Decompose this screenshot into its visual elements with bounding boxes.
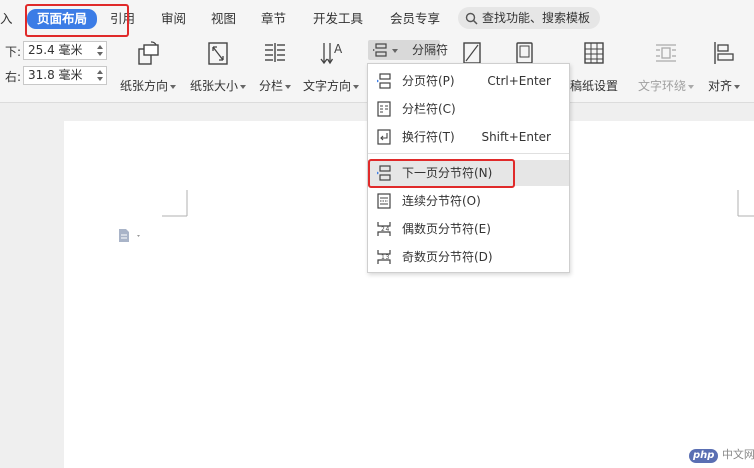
align-button[interactable]: 对齐 [704, 40, 744, 94]
text-wrap-button[interactable]: 文字环绕 [636, 40, 696, 94]
svg-text:4: 4 [386, 226, 390, 233]
columns-label: 分栏 [258, 79, 283, 93]
menu-item-label: 连续分节符(O) [402, 194, 481, 208]
menu-item-line-break[interactable]: 换行符(T) Shift+Enter [368, 124, 569, 150]
line-break-icon [377, 129, 391, 145]
bottom-margin-label: 下: [5, 45, 22, 59]
paper-size-icon [208, 42, 228, 65]
column-break-icon [377, 101, 391, 117]
text-wrap-label: 文字环绕 [637, 79, 686, 93]
columns-button[interactable]: 分栏 [255, 40, 295, 94]
right-margin-field[interactable]: 31.8 毫米 [23, 66, 107, 85]
breaks-label: 分隔符 [412, 43, 449, 57]
breaks-button[interactable]: 分隔符 [368, 40, 448, 60]
bottom-margin-value: 25.4 毫米 [28, 43, 83, 57]
manuscript-label: 稿纸设置 [569, 79, 618, 93]
menu-item-continuous-section-break[interactable]: 连续分节符(O) [368, 188, 569, 214]
tab-member[interactable]: 会员专享 [390, 10, 440, 28]
menu-item-odd-page-section-break[interactable]: 1 3 奇数页分节符(D) [368, 244, 569, 270]
right-margin-value: 31.8 毫米 [28, 68, 83, 82]
tab-insert[interactable]: 入 [0, 10, 13, 28]
manuscript-settings-button[interactable]: 稿纸设置 [566, 40, 622, 94]
menu-item-label: 分栏符(C) [402, 102, 456, 116]
columns-icon [265, 43, 285, 62]
watermark-text: 中文网 [721, 448, 754, 461]
tab-developer[interactable]: 开发工具 [313, 10, 363, 28]
text-wrap-icon [656, 44, 676, 62]
tab-chapter[interactable]: 章节 [261, 10, 286, 28]
watermark-logo: php [689, 449, 719, 463]
margin-corner-marker-left [162, 190, 188, 217]
paper-size-button[interactable]: 纸张大小 [188, 40, 248, 94]
search-label: 查找功能、搜索模板 [482, 11, 591, 25]
page-border-icon[interactable] [462, 42, 484, 64]
orientation-icon [138, 41, 159, 65]
margin-corner-marker-right [737, 190, 754, 217]
orientation-label: 纸张方向 [119, 79, 168, 93]
right-margin-label: 右: [5, 70, 22, 84]
text-direction-label: 文字方向 [302, 79, 351, 93]
text-direction-button[interactable]: A 文字方向 [301, 40, 361, 94]
page-color-icon[interactable] [514, 42, 536, 64]
bottom-margin-spinner[interactable] [96, 43, 104, 58]
menu-item-column-break[interactable]: 分栏符(C) [368, 96, 569, 122]
even-page-section-icon: 2 4 [377, 222, 391, 236]
tab-view[interactable]: 视图 [211, 10, 236, 28]
menu-item-page-break[interactable]: 分页符(P) Ctrl+Enter [368, 68, 569, 94]
right-margin-spinner[interactable] [96, 68, 104, 83]
menu-item-label: 换行符(T) [402, 130, 455, 144]
odd-page-section-icon: 1 3 [377, 250, 391, 264]
menu-item-label: 偶数页分节符(E) [402, 222, 491, 236]
tab-review[interactable]: 审阅 [161, 10, 186, 28]
menu-item-even-page-section-break[interactable]: 2 4 偶数页分节符(E) [368, 216, 569, 242]
annotation-highlight-tab [25, 4, 129, 37]
page-break-icon [377, 73, 391, 89]
search-icon [465, 12, 478, 25]
svg-text:A: A [334, 42, 343, 56]
search-box[interactable]: 查找功能、搜索模板 [458, 7, 600, 29]
orientation-button[interactable]: 纸张方向 [118, 40, 178, 94]
svg-text:1: 1 [381, 254, 385, 261]
menu-item-label: 奇数页分节符(D) [402, 250, 493, 264]
breaks-icon [373, 43, 387, 57]
paragraph-layout-icon[interactable] [118, 228, 146, 244]
watermark: php 中文网 [689, 446, 754, 466]
menu-item-shortcut: Ctrl+Enter [487, 74, 551, 88]
menu-item-shortcut: Shift+Enter [481, 130, 551, 144]
annotation-highlight-menu-item [368, 159, 515, 188]
align-label: 对齐 [707, 79, 732, 93]
menu-divider [368, 153, 569, 154]
continuous-section-icon [377, 193, 391, 209]
bottom-margin-field[interactable]: 25.4 毫米 [23, 41, 107, 60]
align-icon [714, 42, 734, 64]
text-direction-icon: A [320, 42, 343, 65]
paper-size-label: 纸张大小 [189, 79, 238, 93]
menu-item-label: 分页符(P) [402, 74, 455, 88]
svg-text:3: 3 [386, 254, 390, 261]
manuscript-icon [584, 42, 604, 64]
svg-text:2: 2 [381, 226, 385, 233]
